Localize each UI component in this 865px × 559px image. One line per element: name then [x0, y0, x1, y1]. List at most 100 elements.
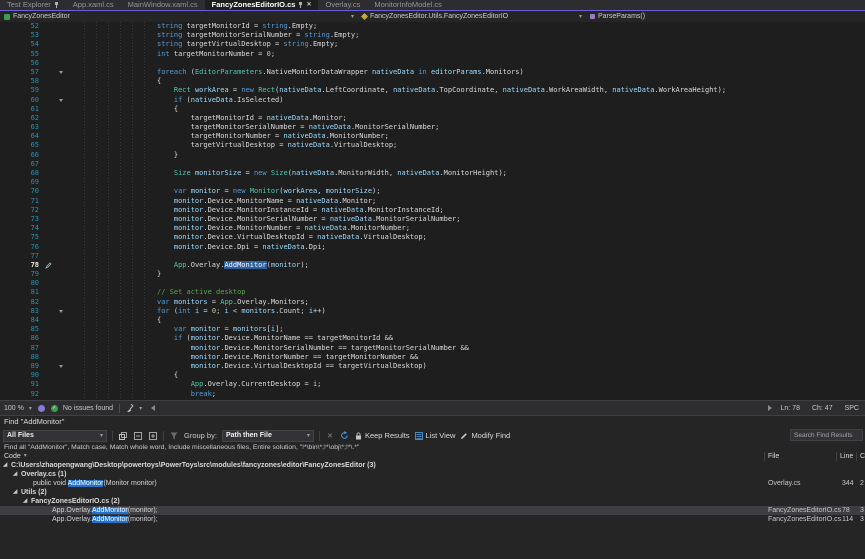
code-line[interactable]: 74 monitor.Device.MonitorNumber = native…	[0, 224, 865, 233]
find-results-title: Find "AddMonitor"	[0, 416, 865, 428]
code-line[interactable]: 66 }	[0, 151, 865, 160]
refresh-icon[interactable]	[340, 431, 350, 441]
method-icon	[590, 14, 595, 19]
column-divider[interactable]	[764, 452, 765, 461]
tab-mainwindow-xaml-cs[interactable]: MainWindow.xaml.cs	[121, 0, 205, 10]
result-group-row[interactable]: ◢C:\Users\zhaopengwang\Desktop\powertoys…	[0, 461, 865, 470]
code-line[interactable]: 57foreach (EditorParameters.NativeMonito…	[0, 68, 865, 77]
code-line[interactable]: 78 App.Overlay.AddMonitor(monitor);	[0, 261, 865, 270]
code-line[interactable]: 70 var monitor = new Monitor(workArea, m…	[0, 187, 865, 196]
code-line[interactable]: 85 var monitor = monitors[i];	[0, 325, 865, 334]
code-line[interactable]: 59 Rect workArea = new Rect(nativeData.L…	[0, 86, 865, 95]
tab-app-xaml-cs[interactable]: App.xaml.cs	[66, 0, 121, 10]
fold-collapse-icon[interactable]	[54, 68, 68, 77]
code-line[interactable]: 69	[0, 178, 865, 187]
result-group-row[interactable]: ◢Overlay.cs (1)	[0, 470, 865, 479]
code-line[interactable]: 52string targetMonitorId = string.Empty;	[0, 22, 865, 31]
line-column-header[interactable]: Line	[840, 452, 853, 461]
column-divider[interactable]	[836, 452, 837, 461]
file-scope-dropdown[interactable]: All Files ▾	[3, 430, 107, 442]
result-match-row[interactable]: App.Overlay.AddMonitor(monitor);FancyZon…	[0, 515, 865, 524]
scroll-right-icon[interactable]	[768, 405, 772, 411]
code-line[interactable]: 89 monitor.Device.VirtualDesktopId == ta…	[0, 362, 865, 371]
type-dropdown[interactable]: FancyZonesEditor.Utils.FancyZonesEditorI…	[358, 11, 586, 22]
code-line[interactable]: 81// Set active desktop	[0, 288, 865, 297]
result-match-row[interactable]: public void AddMonitor(Monitor monitor)O…	[0, 479, 865, 488]
search-find-results-input[interactable]	[790, 429, 863, 441]
result-match-row[interactable]: App.Overlay.AddMonitor(monitor);FancyZon…	[0, 506, 865, 515]
result-group-row[interactable]: ◢Utils (2)	[0, 488, 865, 497]
code-line[interactable]: 68 Size monitorSize = new Size(nativeDat…	[0, 169, 865, 178]
zoom-control[interactable]: 100 % ▾	[4, 405, 32, 412]
code-line[interactable]: 72 monitor.Device.MonitorInstanceId = na…	[0, 206, 865, 215]
code-line[interactable]: 55int targetMonitorNumber = 0;	[0, 50, 865, 59]
code-line[interactable]: 86 if (monitor.Device.MonitorName == tar…	[0, 334, 865, 343]
code-line[interactable]: 88 monitor.Device.MonitorNumber == targe…	[0, 353, 865, 362]
code-cleanup-button[interactable]: ▾	[126, 404, 142, 413]
group-by-dropdown[interactable]: Path then File ▾	[222, 430, 314, 442]
code-line[interactable]: 87 monitor.Device.MonitorSerialNumber ==…	[0, 344, 865, 353]
code-line[interactable]: 91 App.Overlay.CurrentDesktop = i;	[0, 380, 865, 389]
file-column-header[interactable]: File	[768, 452, 779, 461]
code-line[interactable]: 67	[0, 160, 865, 169]
issues-indicator[interactable]: ✓ No issues found	[51, 405, 113, 412]
keep-results-button[interactable]: Keep Results	[355, 431, 410, 440]
tree-expanded-icon[interactable]: ◢	[23, 497, 27, 506]
collapse-all-icon[interactable]	[133, 431, 143, 441]
code-line[interactable]: 62 targetMonitorId = nativeData.Monitor;	[0, 114, 865, 123]
tree-expanded-icon[interactable]: ◢	[13, 488, 17, 497]
pin-icon[interactable]	[54, 2, 59, 8]
modify-find-button[interactable]: Modify Find	[460, 431, 510, 440]
horizontal-scrollbar[interactable]	[148, 405, 774, 411]
code-line[interactable]: 79}	[0, 270, 865, 279]
code-line[interactable]: 90 {	[0, 371, 865, 380]
tree-expanded-icon[interactable]: ◢	[13, 470, 17, 479]
code-line[interactable]: 73 monitor.Device.MonitorSerialNumber = …	[0, 215, 865, 224]
list-view-button[interactable]: List View	[415, 431, 456, 440]
tab-monitorinfomodel-cs[interactable]: MonitorInfoModel.cs	[367, 0, 449, 10]
member-dropdown[interactable]: ParseParams()	[586, 11, 865, 22]
fold-margin	[54, 353, 68, 362]
code-line[interactable]: 60 if (nativeData.IsSelected)	[0, 96, 865, 105]
code-line[interactable]: 82var monitors = App.Overlay.Monitors;	[0, 298, 865, 307]
code-line[interactable]: 54string targetVirtualDesktop = string.E…	[0, 40, 865, 49]
code-line[interactable]: 80	[0, 279, 865, 288]
code-line[interactable]: 58{	[0, 77, 865, 86]
fold-collapse-icon[interactable]	[54, 96, 68, 105]
code-line[interactable]: 83for (int i = 0; i < monitors.Count; i+…	[0, 307, 865, 316]
code-column-filter[interactable]: Code ▾	[4, 452, 27, 461]
code-text: {	[68, 77, 161, 86]
result-group-row[interactable]: ◢FancyZonesEditorIO.cs (2)	[0, 497, 865, 506]
project-dropdown[interactable]: FancyZonesEditor ▾	[0, 11, 358, 22]
stop-search-icon[interactable]: ✕	[325, 431, 335, 441]
code-line[interactable]: 61 {	[0, 105, 865, 114]
health-indicator-icon[interactable]	[38, 405, 45, 412]
tab-fancyzoneseditorio-cs[interactable]: FancyZonesEditorIO.cs✕	[205, 0, 319, 10]
pin-icon[interactable]	[298, 2, 303, 8]
fold-collapse-icon[interactable]	[54, 307, 68, 316]
code-editor[interactable]: 52string targetMonitorId = string.Empty;…	[0, 22, 865, 400]
code-line[interactable]: 65 targetVirtualDesktop = nativeData.Vir…	[0, 141, 865, 150]
code-line[interactable]: 53string targetMonitorSerialNumber = str…	[0, 31, 865, 40]
code-line[interactable]: 84{	[0, 316, 865, 325]
expand-all-icon[interactable]	[148, 431, 158, 441]
code-line[interactable]: 71 monitor.Device.MonitorName = nativeDa…	[0, 197, 865, 206]
column-divider[interactable]	[856, 452, 857, 461]
tab-test-explorer[interactable]: Test Explorer	[0, 0, 66, 10]
code-line[interactable]: 92 break;	[0, 390, 865, 399]
code-line[interactable]: 64 targetMonitorNumber = nativeData.Moni…	[0, 132, 865, 141]
code-line[interactable]: 75 monitor.Device.VirtualDesktopId = nat…	[0, 233, 865, 242]
marker-margin	[44, 307, 54, 316]
scroll-left-icon[interactable]	[151, 405, 155, 411]
code-line[interactable]: 56	[0, 59, 865, 68]
code-line[interactable]: 76 monitor.Device.Dpi = nativeData.Dpi;	[0, 243, 865, 252]
fold-collapse-icon[interactable]	[54, 362, 68, 371]
col-column-header[interactable]: Col	[860, 452, 865, 461]
filter-icon[interactable]	[169, 431, 179, 441]
copy-results-icon[interactable]	[118, 431, 128, 441]
code-line[interactable]: 63 targetMonitorSerialNumber = nativeDat…	[0, 123, 865, 132]
tree-expanded-icon[interactable]: ◢	[3, 461, 7, 470]
close-icon[interactable]: ✕	[306, 2, 311, 8]
code-line[interactable]: 77	[0, 252, 865, 261]
tab-overlay-cs[interactable]: Overlay.cs	[318, 0, 367, 10]
